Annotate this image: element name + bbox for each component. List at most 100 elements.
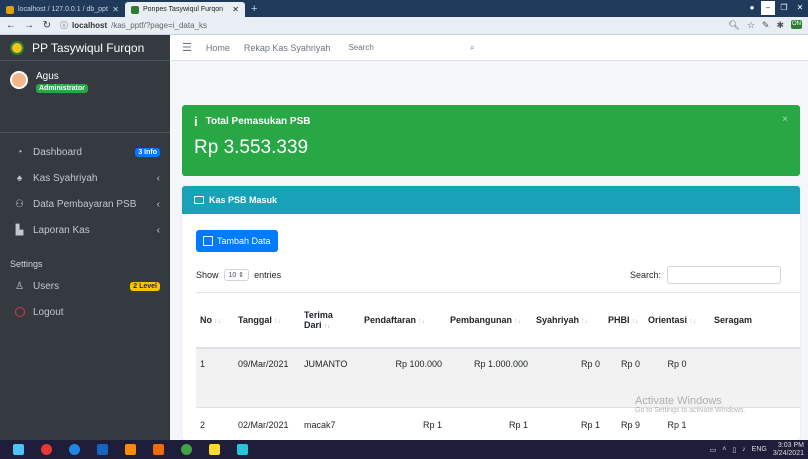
nav-link-home[interactable]: Home	[206, 43, 230, 53]
table-icon	[194, 196, 204, 204]
browser-tab-ponpes[interactable]: Ponpes Tasywiqul Furqon ✕	[125, 2, 245, 17]
browser-taskbar-icon[interactable]	[230, 441, 254, 458]
role-badge: Administrator	[36, 84, 88, 93]
zoom-icon[interactable]: 🔍︎	[728, 20, 739, 31]
cell-syahriyah: Rp 1	[532, 407, 604, 440]
close-window-icon[interactable]: ✕	[793, 1, 807, 15]
col-header-pendaftaran[interactable]: Pendaftaran ↑↓	[360, 292, 446, 349]
col-header-orientasi[interactable]: Orientasi ↑↓	[644, 292, 710, 349]
brand-link[interactable]: PP Tasywiqul Furqon	[0, 35, 170, 61]
forward-arrow-icon[interactable]: →	[24, 20, 34, 31]
tab-label: Ponpes Tasywiqul Furqon	[143, 6, 224, 13]
activate-windows-watermark: Activate Windows Go to Settings to activ…	[635, 395, 746, 414]
alert-title: Total Pemasukan PSB	[205, 116, 311, 127]
back-arrow-icon[interactable]: ←	[6, 20, 16, 31]
entries-select[interactable]: 10 ⇕	[223, 269, 250, 281]
sidebar-item-label: Data Pembayaran PSB	[33, 198, 137, 210]
xampp-icon[interactable]	[118, 441, 142, 458]
user-panel: Agus Administrator	[0, 61, 170, 133]
chevron-up-icon[interactable]: ˄	[722, 446, 726, 453]
bookmark-star-icon[interactable]: ☆	[747, 20, 755, 31]
maximize-icon[interactable]: ❐	[777, 1, 791, 15]
browser-tab-bar: localhost / 127.0.0.1 / db_ppt ✕ Ponpes …	[0, 0, 808, 17]
edit-icon	[203, 236, 213, 246]
dashboard-gauge-icon: ◔	[16, 146, 23, 158]
phpmyadmin-favicon-icon	[6, 5, 14, 14]
col-header-terima-dari[interactable]: Terima Dari ↑↓	[300, 292, 360, 349]
cell-no: 2	[196, 407, 234, 440]
address-bar-icons: 🔍︎ ☆ ✎ ✱ ON	[728, 20, 802, 31]
system-tray: ▭ ˄ ▯ ♪ ENG 3:03 PM 3/24/2021	[710, 442, 808, 458]
clock[interactable]: 3:03 PM 3/24/2021	[773, 442, 804, 458]
col-header-pembangunan[interactable]: Pembangunan ↑↓	[446, 292, 532, 349]
tab-close-icon[interactable]: ✕	[112, 5, 119, 14]
watermark-sub: Go to Settings to activate Windows.	[635, 407, 746, 414]
volume-icon[interactable]: ♪	[742, 446, 746, 453]
sidebar-item-data-pembayaran-psb[interactable]: ⚇ Data Pembayaran PSB ‹	[0, 191, 170, 217]
tab-close-icon[interactable]: ✕	[232, 5, 239, 14]
table-header-row: No ↑↓ Tanggal ↑↓ Terima Dari ↑↓ Pendaftaran…	[196, 292, 800, 349]
sidebar-item-label: Dashboard	[33, 146, 82, 158]
extension-pen-icon[interactable]: ✎	[762, 20, 770, 31]
network-icon[interactable]: ▯	[732, 446, 736, 454]
site-favicon-icon	[131, 5, 139, 14]
url-field[interactable]: ⓘ localhost/kas_pptf/?page=i_data_ks	[60, 20, 720, 31]
word-icon[interactable]	[90, 441, 114, 458]
col-header-phbi[interactable]: PHBI ↑↓	[604, 292, 644, 349]
sidebar-item-users[interactable]: ♙ Users 2 Level	[0, 273, 170, 299]
minimize-icon[interactable]: –	[761, 1, 775, 15]
puzzle-icon[interactable]: ✱	[776, 20, 784, 31]
sidebar-item-label: Kas Syahriyah	[33, 172, 98, 184]
cell-pembangunan: Rp 1	[446, 407, 532, 440]
url-host: localhost	[72, 21, 108, 30]
add-data-button[interactable]: Tambah Data	[196, 230, 278, 252]
cell-pembangunan: Rp 1.000.000	[446, 347, 532, 408]
brand-text: PP Tasywiqul Furqon	[32, 40, 145, 55]
sidebar-item-laporan-kas[interactable]: ▙ Laporan Kas ‹	[0, 217, 170, 243]
col-header-syahriyah[interactable]: Syahriyah ↑↓	[532, 292, 604, 349]
keyboard-icon[interactable]: ▭	[710, 446, 717, 454]
whatsapp-icon[interactable]	[174, 441, 198, 458]
cell-pendaftaran: Rp 1	[360, 407, 446, 440]
edge-icon[interactable]	[62, 441, 86, 458]
table-filter: Search:	[630, 266, 782, 284]
table-search-input[interactable]	[667, 266, 782, 284]
cell-tanggal: 09/Mar/2021	[234, 347, 300, 408]
info-icon[interactable]: ⓘ	[60, 20, 68, 31]
user-circle-icon[interactable]: ●	[745, 1, 759, 15]
app-icon[interactable]	[146, 441, 170, 458]
show-label: Show	[196, 270, 219, 280]
new-tab-icon[interactable]: +	[245, 2, 263, 17]
windows-start-icon[interactable]	[6, 441, 30, 458]
col-header-seragam[interactable]: Seragam	[710, 292, 800, 349]
chrome-icon[interactable]	[34, 441, 58, 458]
sidebar-item-kas-syahriyah[interactable]: ♠ Kas Syahriyah ‹	[0, 165, 170, 191]
url-path: /kas_pptf/?page=i_data_ks	[111, 21, 207, 30]
brand-logo-icon	[10, 40, 24, 55]
nav-link-rekap[interactable]: Rekap Kas Syahriyah	[244, 43, 331, 53]
sidebar-item-dashboard[interactable]: ◔ Dashboard 3 Info	[0, 139, 170, 165]
user-name[interactable]: Agus	[36, 71, 88, 82]
search-input[interactable]: Search ⌕	[344, 40, 478, 56]
search-placeholder: Search	[348, 43, 374, 52]
language-indicator[interactable]: ENG	[752, 446, 767, 453]
window-controls: ● – ❐ ✕	[744, 0, 808, 17]
address-bar: ← → ↻ ⓘ localhost/kas_pptf/?page=i_data_…	[0, 17, 808, 35]
reload-icon[interactable]: ↻	[42, 20, 52, 31]
browser-tab-phpmyadmin[interactable]: localhost / 127.0.0.1 / db_ppt ✕	[0, 2, 125, 17]
search-label: Search:	[630, 270, 662, 280]
close-icon[interactable]: ×	[782, 114, 788, 125]
search-icon[interactable]: ⌕	[470, 43, 474, 53]
entries-label: entries	[254, 270, 282, 280]
clock-time: 3:03 PM	[777, 441, 804, 449]
extension-badge-icon[interactable]: ON	[791, 20, 802, 29]
sidebar-item-logout[interactable]: Logout	[0, 299, 170, 325]
col-header-no[interactable]: No ↑↓	[196, 292, 234, 349]
sidebar-nav: ◔ Dashboard 3 Info ♠ Kas Syahriyah ‹ ⚇ D…	[0, 133, 170, 325]
add-data-label: Tambah Data	[217, 236, 271, 246]
col-header-tanggal[interactable]: Tanggal ↑↓	[234, 292, 300, 349]
settings-header: Settings	[10, 259, 43, 269]
menu-toggle-icon[interactable]: ☰	[182, 41, 192, 54]
sidebar-item-label: Logout	[33, 306, 64, 318]
file-explorer-icon[interactable]	[202, 441, 226, 458]
